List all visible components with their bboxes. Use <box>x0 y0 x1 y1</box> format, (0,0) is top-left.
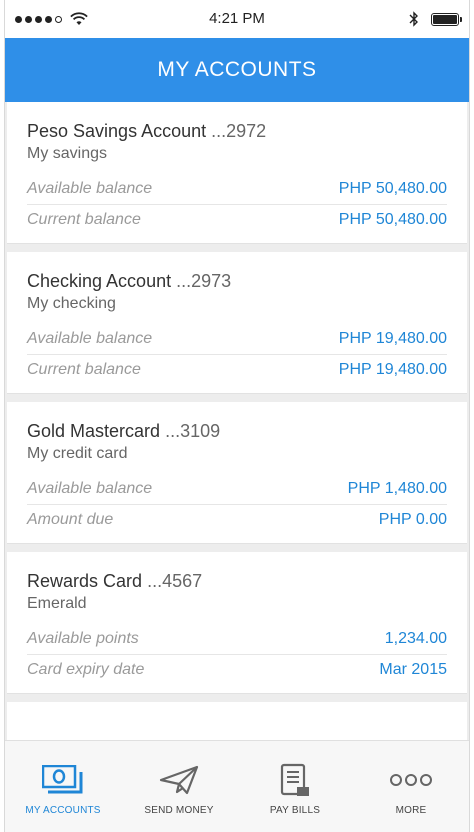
account-card-checking[interactable]: Checking Account ...2973 My checking Ava… <box>7 252 467 394</box>
balance-row: Available balance PHP 50,480.00 <box>27 174 447 204</box>
account-nickname: My credit card <box>27 445 128 462</box>
nav-label: PAY BILLS <box>269 805 321 816</box>
row-label: Available balance <box>27 330 153 347</box>
balance-row: Amount due PHP 0.00 <box>27 504 447 534</box>
wifi-icon <box>70 12 88 25</box>
row-label: Available points <box>27 630 139 647</box>
status-bar: 4:21 PM <box>5 0 469 38</box>
nav-label: MORE <box>395 805 427 816</box>
row-value: 1,234.00 <box>384 630 447 647</box>
nav-more[interactable]: MORE <box>353 741 469 832</box>
balance-row: Available balance PHP 1,480.00 <box>27 474 447 504</box>
row-label: Current balance <box>27 360 141 378</box>
row-label: Available balance <box>27 480 153 497</box>
row-value: Mar 2015 <box>379 660 447 678</box>
row-value: PHP 50,480.00 <box>338 210 447 228</box>
account-name: Rewards Card <box>27 571 143 591</box>
account-number: ...2972 <box>211 121 267 141</box>
signal-strength-icon <box>15 12 88 26</box>
row-label: Amount due <box>27 510 114 528</box>
balance-row: Available points 1,234.00 <box>27 624 447 654</box>
row-label: Current balance <box>27 210 141 228</box>
account-card-peso-savings[interactable]: Peso Savings Account ...2972 My savings … <box>7 102 467 244</box>
nav-label: SEND MONEY <box>144 805 214 816</box>
account-card-gold-mastercard[interactable]: Gold Mastercard ...3109 My credit card A… <box>7 402 467 544</box>
account-card-partial[interactable] <box>7 702 467 742</box>
nav-send-money[interactable]: SEND MONEY <box>121 741 237 832</box>
account-name: Checking Account <box>27 271 172 291</box>
balance-row: Card expiry date Mar 2015 <box>27 654 447 684</box>
account-name: Peso Savings Account <box>27 121 207 141</box>
bottom-nav: MY ACCOUNTS SEND MONEY PAY BILLS MORE <box>5 740 469 832</box>
row-label: Available balance <box>27 180 153 197</box>
account-number: ...3109 <box>165 421 221 441</box>
bluetooth-icon <box>409 11 418 27</box>
account-nickname: My checking <box>27 295 116 312</box>
account-number: ...2973 <box>176 271 232 291</box>
account-nickname: Emerald <box>27 595 87 612</box>
more-icon <box>389 763 433 797</box>
account-card-rewards[interactable]: Rewards Card ...4567 Emerald Available p… <box>7 552 467 694</box>
row-value: PHP 0.00 <box>378 510 447 528</box>
nav-pay-bills[interactable]: PAY BILLS <box>237 741 353 832</box>
row-value: PHP 1,480.00 <box>347 480 447 497</box>
row-label: Card expiry date <box>27 660 145 678</box>
account-name: Gold Mastercard <box>27 421 161 441</box>
account-nickname: My savings <box>27 145 108 162</box>
battery-icon <box>431 12 462 26</box>
nav-label: MY ACCOUNTS <box>25 805 101 816</box>
paper-plane-icon <box>157 763 201 797</box>
phone-screen: 4:21 PM MY ACCOUNTS Peso Savings Account… <box>4 0 470 832</box>
bill-icon <box>273 763 317 797</box>
account-number: ...4567 <box>147 571 203 591</box>
row-value: PHP 19,480.00 <box>338 360 447 378</box>
money-icon <box>41 763 85 797</box>
accounts-list: Peso Savings Account ...2972 My savings … <box>5 102 469 742</box>
row-value: PHP 50,480.00 <box>338 180 447 197</box>
balance-row: Current balance PHP 19,480.00 <box>27 354 447 384</box>
balance-row: Current balance PHP 50,480.00 <box>27 204 447 234</box>
page-title: MY ACCOUNTS <box>157 58 317 81</box>
row-value: PHP 19,480.00 <box>338 330 447 347</box>
app-header: MY ACCOUNTS <box>5 38 469 102</box>
nav-my-accounts[interactable]: MY ACCOUNTS <box>5 741 121 832</box>
balance-row: Available balance PHP 19,480.00 <box>27 324 447 354</box>
